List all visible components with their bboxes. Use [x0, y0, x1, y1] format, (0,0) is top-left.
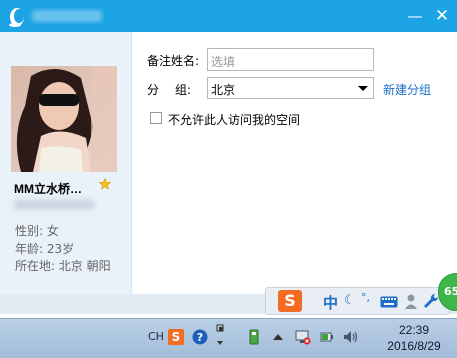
group-select[interactable]: 北京	[207, 77, 374, 99]
ime-language-toggle[interactable]: 中	[323, 292, 338, 313]
gender-info: 性别: 女	[15, 224, 59, 238]
group-label-second: 组:	[175, 83, 192, 97]
window-title-blurred	[32, 10, 102, 22]
moon-icon[interactable]: ☾	[344, 293, 356, 308]
svg-text:?: ?	[197, 331, 203, 344]
block-space-checkbox[interactable]	[150, 112, 162, 124]
avatar	[11, 66, 117, 172]
sogou-logo-icon[interactable]: S	[278, 290, 302, 312]
group-select-value: 北京	[211, 83, 236, 97]
qq-penguin-icon	[9, 8, 24, 27]
show-hidden-icons-icon[interactable]	[273, 333, 283, 341]
star-icon[interactable]	[99, 178, 111, 190]
close-icon: ✕	[434, 6, 450, 26]
block-space-label: 不允许此人访问我的空间	[168, 113, 301, 127]
language-bar-options-icon[interactable]	[215, 324, 225, 350]
punctuation-icon[interactable]: °,	[361, 291, 370, 304]
taskbar: CH S ? 22:39 2016/8/29	[0, 318, 457, 358]
system-clock[interactable]: 22:39 2016/8/29	[375, 322, 453, 354]
usb-device-icon[interactable]	[246, 329, 262, 345]
close-button[interactable]: ✕	[430, 4, 454, 28]
wrench-icon[interactable]	[423, 293, 439, 309]
location-info: 所在地: 北京 朝阳	[15, 259, 111, 273]
keyboard-icon[interactable]	[380, 296, 398, 308]
sogou-tray-icon[interactable]: S	[168, 329, 184, 345]
profile-panel: MM立水桥… 性别: 女 年龄: 23岁 所在地: 北京 朝阳	[0, 32, 132, 294]
user-icon[interactable]	[405, 294, 417, 309]
input-language-indicator[interactable]: CH	[148, 330, 164, 343]
volume-icon[interactable]	[343, 329, 359, 345]
network-error-icon[interactable]	[295, 329, 311, 345]
signature-blurred	[14, 200, 94, 209]
help-icon[interactable]: ?	[192, 329, 208, 345]
remark-input[interactable]: 选填	[207, 48, 374, 71]
group-label-first: 分	[147, 83, 160, 97]
age-info: 年龄: 23岁	[15, 242, 75, 256]
remark-label: 备注姓名:	[147, 54, 200, 68]
power-icon[interactable]	[319, 329, 335, 345]
nickname: MM立水桥…	[14, 182, 82, 196]
remark-placeholder: 选填	[211, 55, 236, 69]
ime-toolbar[interactable]: S 中 ☾ °,	[265, 287, 450, 315]
minimize-button[interactable]: —	[403, 4, 427, 28]
new-group-link[interactable]: 新建分组	[383, 81, 431, 98]
clock-time: 22:39	[398, 323, 430, 337]
minimize-icon: —	[407, 7, 423, 25]
title-bar[interactable]: — ✕	[0, 0, 457, 32]
clock-date: 2016/8/29	[387, 339, 441, 353]
dropdown-arrow-icon	[358, 86, 368, 91]
